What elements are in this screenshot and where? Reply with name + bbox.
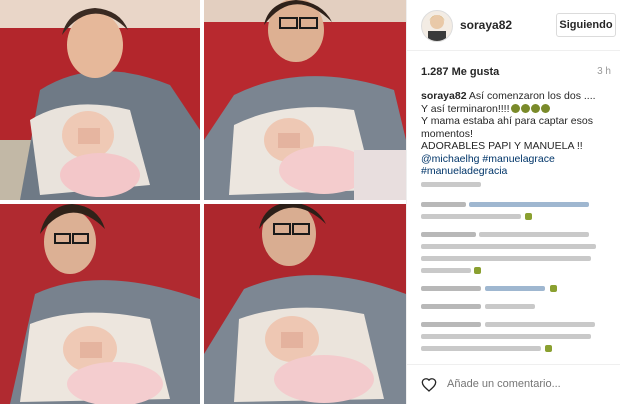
caption-line-1: soraya82 Así comenzaron los dos .... (421, 90, 611, 103)
likes-count[interactable]: 1.287 Me gusta (421, 66, 499, 78)
following-button[interactable]: Siguiendo (556, 13, 616, 37)
caption-line-6: @michaelhg #manuelagrace (421, 153, 611, 166)
photo-tile-4 (204, 204, 406, 404)
post-time[interactable]: 3 h (597, 66, 611, 77)
emoji-icon (510, 103, 520, 113)
caption-line-3: Y mama estaba ahí para captar esos (421, 115, 611, 128)
comment-input[interactable] (447, 378, 607, 390)
caption-line-4: momentos! (421, 128, 611, 141)
photo-dad-glasses-with-baby (204, 0, 406, 200)
caption-line-7: #manueladegracia (421, 165, 611, 178)
caption-text-4: momentos! (421, 127, 473, 140)
obscured-username (421, 304, 481, 309)
emoji-icon (545, 345, 552, 352)
obscured-text (421, 268, 471, 273)
caption-text-5: ADORABLES PAPI Y MANUELA !! (421, 140, 583, 152)
obscured-text (421, 256, 591, 261)
photo-tile-3 (0, 204, 200, 404)
caption-text-2: Y así terminaron!!!! (421, 102, 510, 115)
photo-tile-2 (204, 0, 406, 200)
photo-dad-sleeping-with-baby (0, 204, 200, 404)
obscured-text (485, 322, 595, 327)
emoji-icon (520, 103, 530, 113)
emoji-icon (525, 213, 532, 220)
post-sidebar: soraya82 Siguiendo 1.287 Me gusta 3 h so… (406, 0, 620, 404)
photo-tile-1 (0, 0, 200, 200)
post-photo[interactable] (0, 0, 406, 404)
avatar-illustration (428, 15, 446, 41)
obscured-text (421, 182, 481, 187)
obscured-username (421, 322, 481, 327)
caption-line-2: Y así terminaron!!!! (421, 103, 611, 116)
caption-text-1: Así comenzaron los dos .... (468, 90, 596, 102)
obscured-text (421, 346, 541, 351)
photo-dad-smiling-with-baby (0, 0, 200, 200)
obscured-text (421, 214, 521, 219)
avatar[interactable] (421, 10, 453, 42)
comment-bar (407, 364, 620, 405)
obscured-text (479, 232, 589, 237)
obscured-text (485, 286, 545, 291)
obscured-username (421, 202, 466, 207)
caption-mentions[interactable]: @michaelhg #manuelagrace (421, 153, 555, 165)
likes-row: 1.287 Me gusta 3 h (421, 66, 611, 80)
obscured-text (421, 244, 596, 249)
post-caption: soraya82 Así comenzaron los dos .... Y a… (421, 90, 611, 178)
caption-hashtag[interactable]: #manueladegracia (421, 165, 507, 177)
post-header: soraya82 Siguiendo (407, 0, 620, 51)
caption-text-3: Y mama estaba ahí para captar esos (421, 115, 593, 127)
obscured-username (421, 232, 476, 237)
caption-username[interactable]: soraya82 (421, 90, 467, 102)
obscured-username (421, 286, 481, 291)
heart-icon[interactable] (421, 377, 437, 393)
emoji-icon (550, 285, 557, 292)
obscured-text (469, 202, 589, 207)
emoji-icon (530, 103, 540, 113)
caption-line-5: ADORABLES PAPI Y MANUELA !! (421, 140, 611, 153)
emoji-icon (474, 267, 481, 274)
emoji-icon (540, 103, 550, 113)
obscured-text (421, 334, 591, 339)
obscured-text (485, 304, 535, 309)
photo-dad-and-baby-asleep (204, 204, 406, 404)
post-username[interactable]: soraya82 (460, 18, 512, 32)
